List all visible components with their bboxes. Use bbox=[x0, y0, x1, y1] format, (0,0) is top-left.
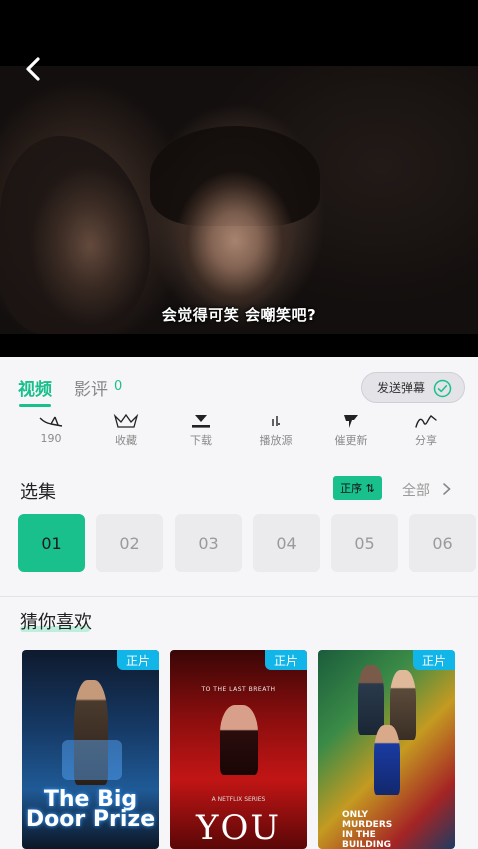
episode-item-05[interactable]: 05 bbox=[331, 514, 398, 572]
full-episode-badge: 正片 bbox=[413, 650, 455, 670]
poster-title: ONLY MURDERS IN THE BUILDING bbox=[342, 810, 393, 849]
favorite-icon bbox=[113, 413, 139, 428]
favorite-button[interactable]: 收藏 bbox=[96, 413, 156, 448]
poster-figure bbox=[220, 705, 258, 775]
send-danmaku-label: 发送弹幕 bbox=[377, 381, 426, 395]
tab-video[interactable]: 视频 bbox=[18, 375, 52, 400]
poster-figure bbox=[374, 725, 400, 795]
source-icon bbox=[272, 416, 280, 426]
share-label: 分享 bbox=[415, 434, 437, 447]
episodes-title: 选集 bbox=[20, 482, 56, 503]
share-icon bbox=[415, 415, 437, 428]
recommend-poster-you[interactable]: TO THE LAST BREATH A NETFLIX SERIES YOU … bbox=[170, 650, 307, 849]
episode-item-03[interactable]: 03 bbox=[175, 514, 242, 572]
poster-machine-glow bbox=[62, 740, 122, 780]
tab-active-indicator bbox=[19, 404, 51, 407]
video-frame[interactable] bbox=[0, 66, 478, 334]
all-episodes-link[interactable]: 全部 bbox=[402, 480, 430, 500]
share-button[interactable]: 分享 bbox=[396, 413, 456, 448]
section-divider bbox=[0, 596, 478, 597]
play-source-button[interactable]: 播放源 bbox=[246, 413, 306, 448]
like-icon bbox=[39, 416, 63, 427]
play-source-label: 播放源 bbox=[259, 434, 293, 447]
video-scene-woman bbox=[160, 131, 310, 321]
download-label: 下载 bbox=[190, 434, 212, 447]
recommend-list: The Big Door Prize 正片 TO THE LAST BREATH… bbox=[0, 650, 478, 849]
episode-item-01[interactable]: 01 bbox=[18, 514, 85, 572]
check-circle-icon bbox=[433, 379, 452, 398]
full-episode-badge: 正片 bbox=[117, 650, 159, 670]
tab-review[interactable]: 影评 bbox=[74, 375, 108, 400]
video-detail-page: 会觉得可笑 会嘲笑吧? 视频 影评 0 发送弹幕 190 收藏 下载 播放源 催… bbox=[0, 0, 478, 849]
review-count: 0 bbox=[114, 379, 123, 394]
episode-item-04[interactable]: 04 bbox=[253, 514, 320, 572]
urge-update-icon bbox=[344, 415, 358, 428]
like-button[interactable]: 190 bbox=[21, 413, 81, 445]
poster-network: A NETFLIX SERIES bbox=[211, 796, 266, 803]
recommend-poster-big-door-prize[interactable]: The Big Door Prize 正片 bbox=[22, 650, 159, 849]
download-button[interactable]: 下载 bbox=[171, 413, 231, 448]
poster-title: The Big Door Prize bbox=[25, 787, 156, 832]
urge-update-button[interactable]: 催更新 bbox=[321, 413, 381, 448]
full-episode-badge: 正片 bbox=[265, 650, 307, 670]
episode-item-06[interactable]: 06 bbox=[409, 514, 476, 572]
sort-order-button[interactable]: 正序 ⇅ bbox=[333, 476, 382, 500]
like-count: 190 bbox=[40, 432, 62, 445]
poster-tagline: TO THE LAST BREATH bbox=[201, 686, 276, 693]
send-danmaku-button[interactable]: 发送弹幕 bbox=[361, 372, 465, 403]
video-subtitle: 会觉得可笑 会嘲笑吧? bbox=[161, 306, 317, 324]
poster-figure bbox=[358, 665, 384, 735]
action-bar: 190 收藏 下载 播放源 催更新 分享 bbox=[0, 413, 478, 458]
poster-title: YOU bbox=[196, 808, 281, 848]
back-button[interactable] bbox=[18, 54, 48, 84]
favorite-label: 收藏 bbox=[115, 434, 137, 447]
chevron-right-icon[interactable] bbox=[441, 481, 453, 497]
episode-item-02[interactable]: 02 bbox=[96, 514, 163, 572]
download-icon bbox=[192, 415, 210, 428]
recommend-poster-only-murders[interactable]: ONLY MURDERS IN THE BUILDING 正片 bbox=[318, 650, 455, 849]
episode-list: 01 02 03 04 05 06 bbox=[18, 514, 478, 572]
chevron-left-icon bbox=[26, 57, 40, 81]
urge-update-label: 催更新 bbox=[334, 434, 368, 447]
recommend-title: 猜你喜欢 bbox=[20, 612, 92, 633]
video-player[interactable]: 会觉得可笑 会嘲笑吧? bbox=[0, 0, 478, 357]
